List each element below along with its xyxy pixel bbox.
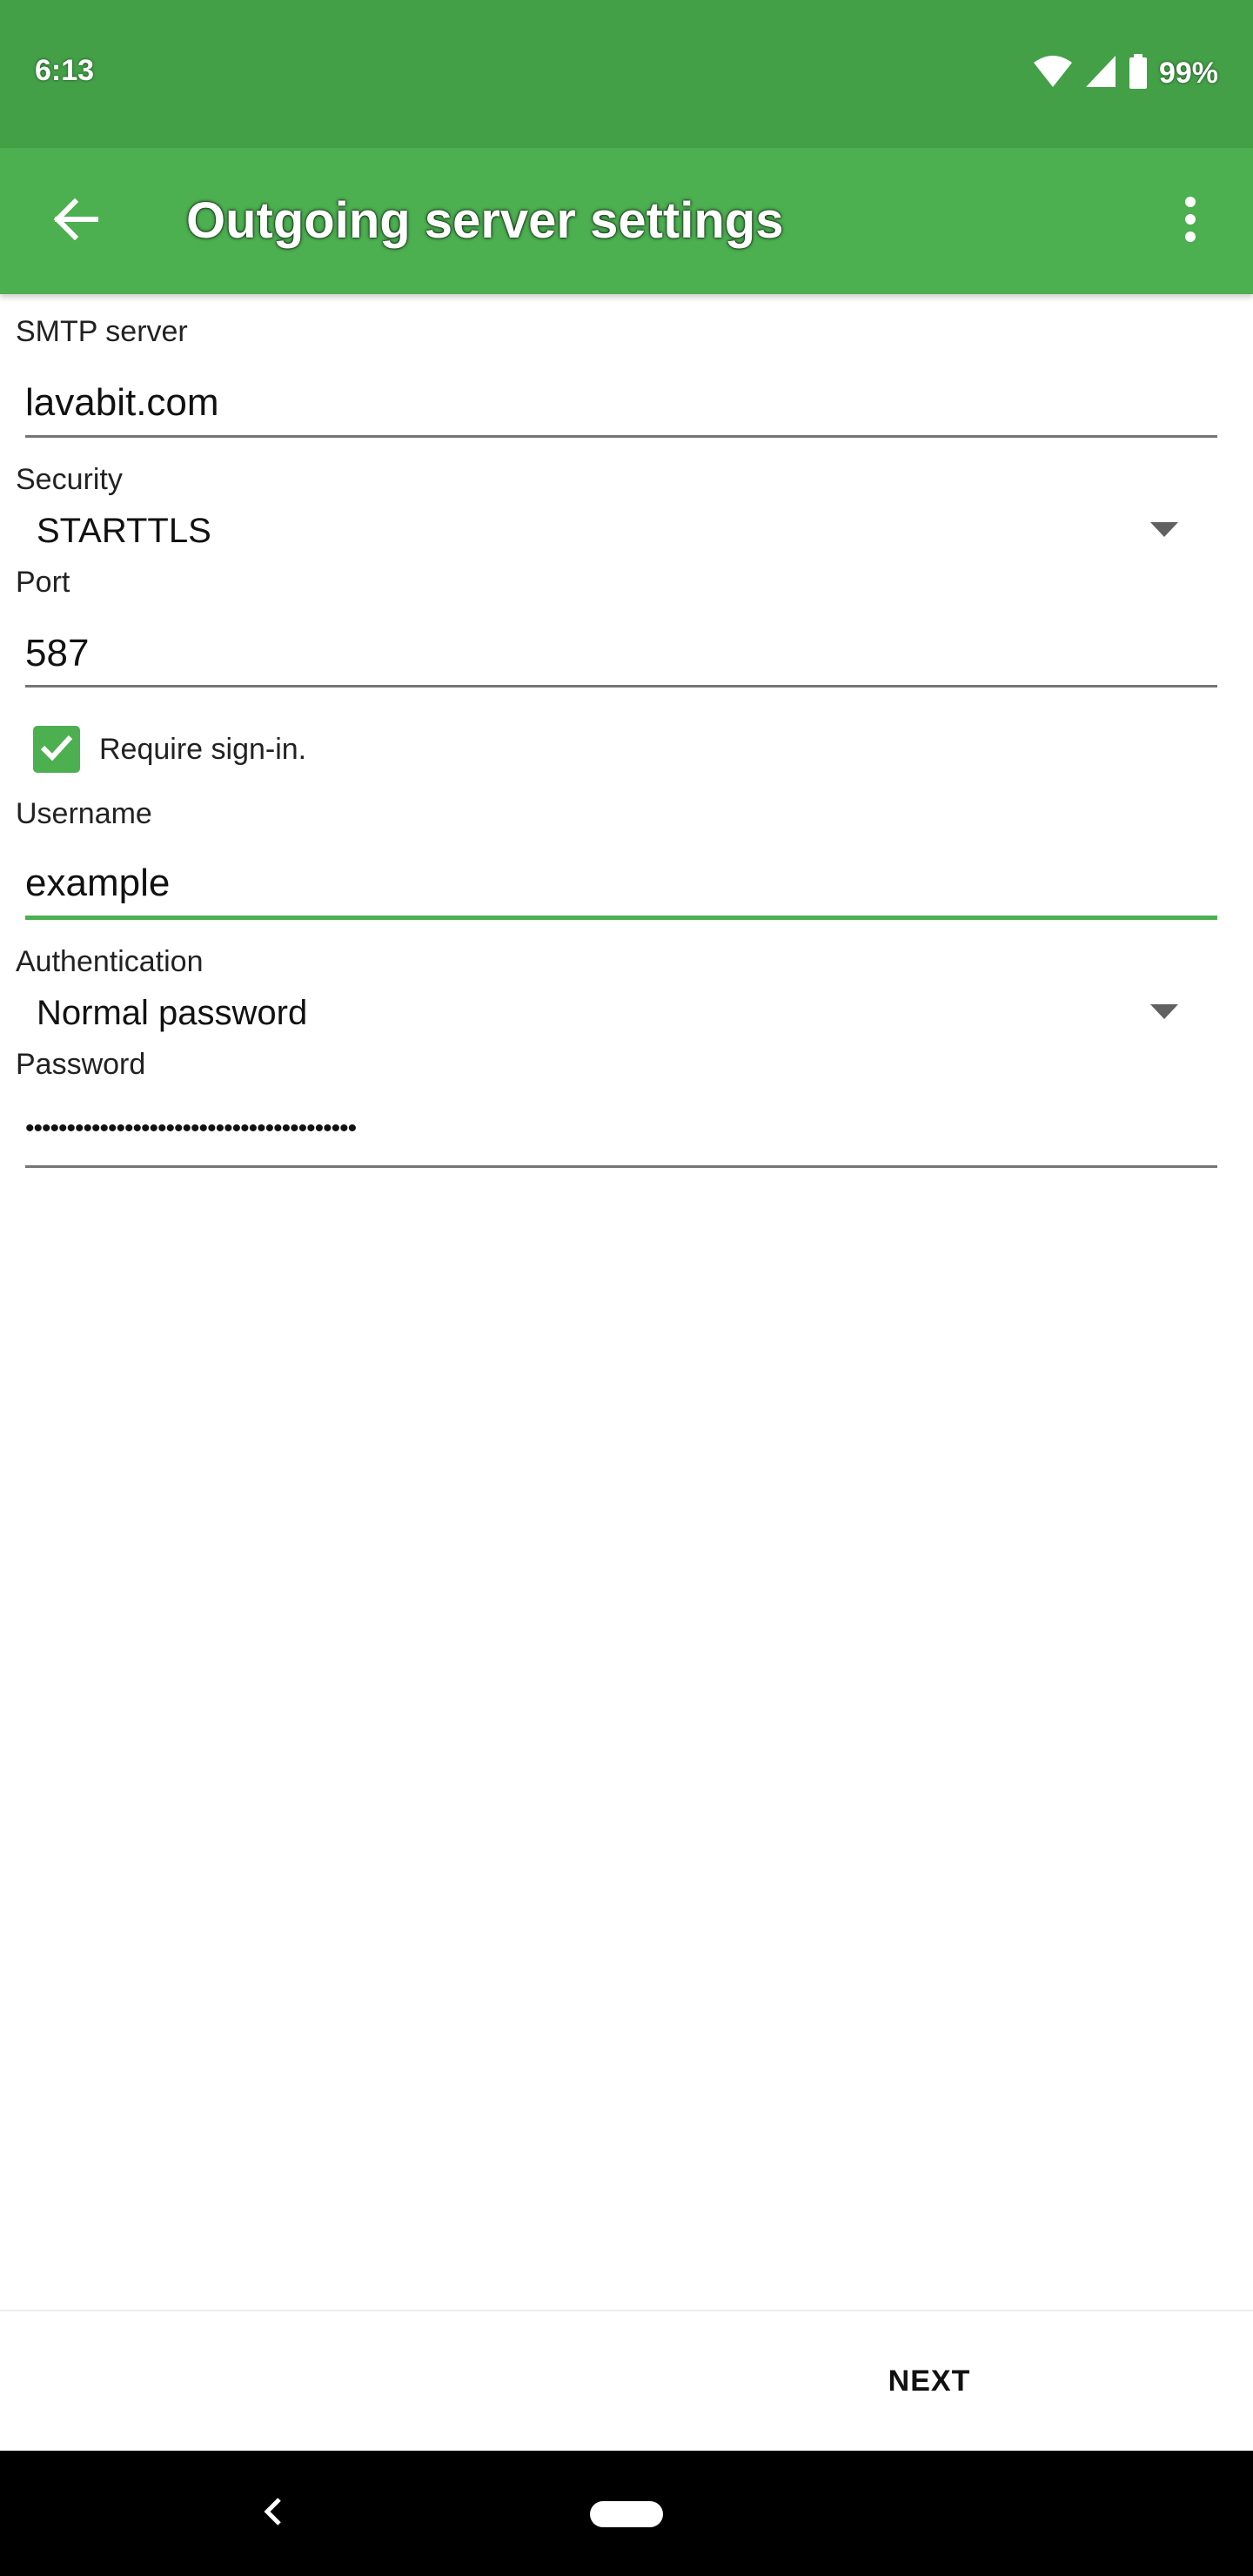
battery-icon [1128,53,1149,93]
smtp-server-input[interactable]: lavabit.com [25,381,1217,425]
status-icons: 99% [1032,52,1218,94]
next-button[interactable]: NEXT [861,2338,997,2425]
chevron-left-icon [260,2494,286,2533]
chevron-down-icon [1150,1004,1178,1019]
more-vert-icon [1183,196,1197,246]
bottom-action-bar: NEXT [0,2310,1253,2451]
overflow-menu-button[interactable] [1149,179,1232,263]
security-select-value[interactable]: STARTTLS [37,512,211,551]
username-underline [25,916,1217,920]
smtp-server-underline [25,435,1217,438]
password-label: Password [16,1048,146,1081]
nav-home-pill[interactable] [590,2501,663,2527]
chevron-down-icon [1150,522,1178,537]
security-label: Security [16,463,123,496]
authentication-select-value[interactable]: Normal password [37,994,307,1033]
wifi-icon [1032,54,1074,93]
page-title: Outgoing server settings [186,192,784,249]
port-label: Port [16,566,70,599]
require-signin-checkbox[interactable] [33,726,80,773]
smtp-server-label: SMTP server [16,315,188,348]
require-signin-label[interactable]: Require sign-in. [99,733,306,767]
status-time: 6:13 [35,54,95,87]
status-bar: 6:13 99% [0,0,1253,148]
authentication-label: Authentication [16,945,204,978]
app-bar: Outgoing server settings [0,148,1253,294]
back-button[interactable] [35,179,118,263]
username-label: Username [16,797,152,830]
port-input[interactable]: 587 [25,632,1217,675]
password-input[interactable]: •••••••••••••••••••••••••••••••••••••••• [25,1114,357,1144]
username-input[interactable]: example [25,862,1217,905]
arrow-left-icon [53,198,99,245]
port-underline [25,685,1217,688]
cell-signal-icon [1084,54,1117,93]
password-underline [25,1165,1217,1168]
nav-back-button[interactable] [245,2485,301,2541]
checkmark-icon [39,732,74,768]
system-nav-bar [0,2451,1253,2576]
battery-percent: 99% [1158,56,1218,90]
